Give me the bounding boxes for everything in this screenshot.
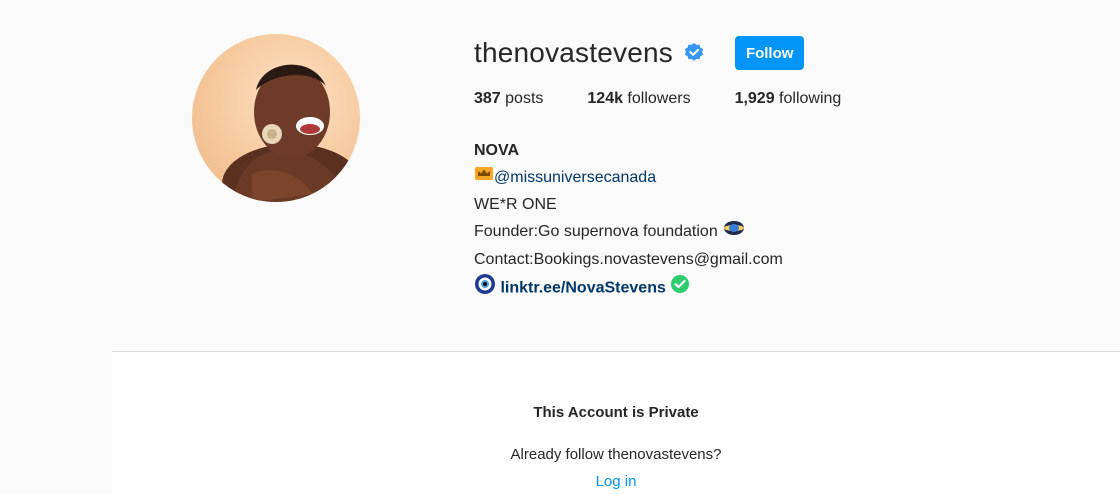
- following-stat[interactable]: 1,929 following: [735, 90, 842, 108]
- bio-name: NOVA: [474, 142, 520, 159]
- bio-line-2-text: Founder:Go supernova foundation: [474, 223, 718, 241]
- follow-button[interactable]: Follow: [734, 36, 805, 70]
- evil-eye-icon: [474, 273, 496, 304]
- profile-username: thenovastevens: [474, 37, 673, 68]
- bio-line-3: Contact:Bookings.novastevens@gmail.com: [474, 250, 783, 268]
- followers-label: followers: [622, 90, 691, 107]
- bio-mention-line: @missuniversecanada: [474, 164, 783, 191]
- globe-emoji-icon: [722, 219, 746, 246]
- followers-stat[interactable]: 124k followers: [587, 90, 690, 108]
- profile-bio: NOVA @missuniversecanada WE*R ONE Founde…: [474, 137, 783, 304]
- bio-external-link[interactable]: linktr.ee/NovaStevens: [500, 279, 665, 296]
- avatar-photo: [222, 64, 360, 202]
- profile-header: thenovastevens Follow: [474, 34, 805, 72]
- following-count: 1,929: [734, 90, 775, 107]
- bio-mention-link[interactable]: @missuniversecanada: [494, 169, 656, 186]
- profile-stats: 387 posts 124k followers 1,929 following: [474, 90, 885, 108]
- posts-stat: 387 posts: [474, 90, 543, 108]
- following-label: following: [774, 90, 842, 107]
- bio-line-1: WE*R ONE: [474, 196, 557, 214]
- crown-icon: [474, 164, 494, 191]
- bio-line-2: Founder:Go supernova foundation: [474, 218, 783, 245]
- posts-count: 387: [474, 90, 501, 107]
- profile-avatar[interactable]: [192, 34, 360, 202]
- private-account-title: This Account is Private: [533, 404, 699, 421]
- private-account-panel: This Account is Private Already follow t…: [112, 352, 1120, 494]
- check-icon: [670, 274, 690, 303]
- verified-badge-icon: [683, 42, 705, 64]
- already-follow-prompt: Already follow thenovastevens?: [510, 446, 722, 463]
- followers-count: 124k: [587, 90, 623, 107]
- login-link[interactable]: Log in: [112, 473, 1120, 490]
- posts-label: posts: [500, 90, 544, 107]
- bio-link-line: linktr.ee/NovaStevens: [474, 273, 783, 304]
